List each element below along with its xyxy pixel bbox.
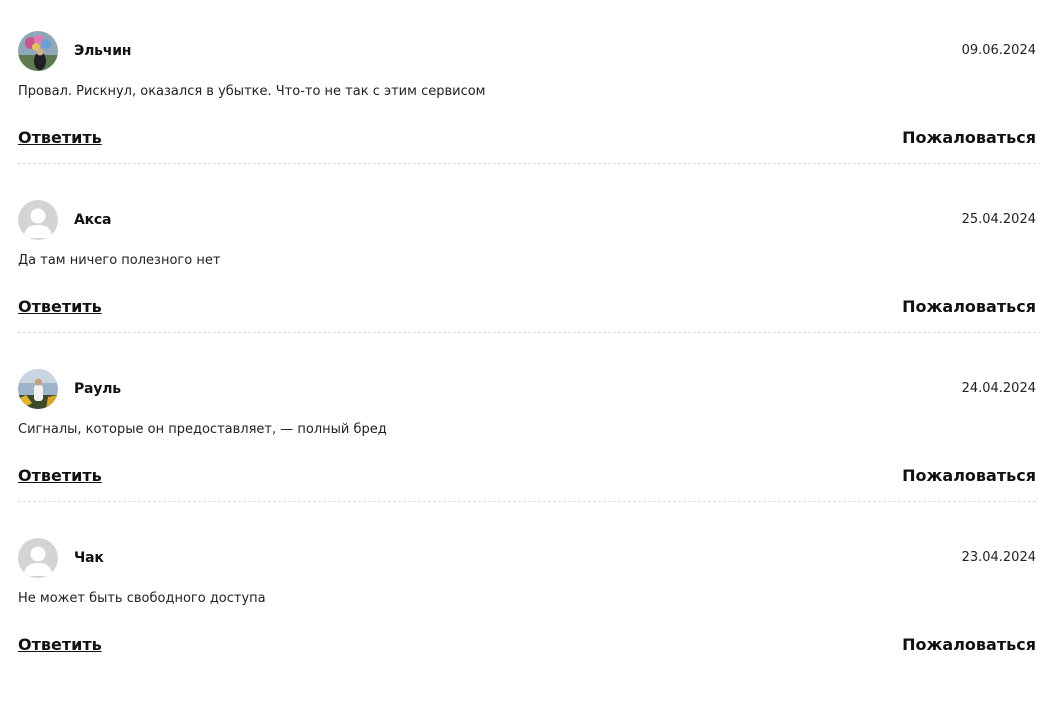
comment-date: 25.04.2024 bbox=[961, 212, 1036, 227]
reply-link[interactable]: Ответить bbox=[18, 466, 102, 485]
avatar bbox=[18, 31, 58, 71]
reply-link[interactable]: Ответить bbox=[18, 128, 102, 147]
comment-author: Акса bbox=[74, 212, 112, 228]
comment-text: Не может быть свободного доступа bbox=[18, 591, 266, 606]
comment-author: Эльчин bbox=[74, 43, 132, 59]
comment-text: Да там ничего полезного нет bbox=[18, 253, 221, 268]
reply-link[interactable]: Ответить bbox=[18, 635, 102, 654]
comment-divider bbox=[18, 163, 1036, 164]
comment-item: Эльчин 09.06.2024 Провал. Рискнул, оказа… bbox=[18, 31, 1036, 200]
avatar bbox=[18, 200, 58, 240]
report-link[interactable]: Пожаловаться bbox=[902, 297, 1036, 316]
comment-text: Провал. Рискнул, оказался в убытке. Что-… bbox=[18, 84, 486, 99]
default-user-icon bbox=[18, 538, 58, 578]
user-photo-icon bbox=[18, 31, 58, 71]
reply-link[interactable]: Ответить bbox=[18, 297, 102, 316]
comment-item: Рауль 24.04.2024 Сигналы, которые он пре… bbox=[18, 369, 1036, 538]
comment-text: Сигналы, которые он предоставляет, — пол… bbox=[18, 422, 387, 437]
comment-item: Акса 25.04.2024 Да там ничего полезного … bbox=[18, 200, 1036, 369]
comment-item: Чак 23.04.2024 Не может быть свободного … bbox=[18, 538, 1036, 707]
comment-author: Рауль bbox=[74, 381, 121, 397]
avatar bbox=[18, 538, 58, 578]
report-link[interactable]: Пожаловаться bbox=[902, 466, 1036, 485]
comment-date: 23.04.2024 bbox=[961, 550, 1036, 565]
default-user-icon bbox=[18, 200, 58, 240]
comment-date: 24.04.2024 bbox=[961, 381, 1036, 396]
user-photo-icon bbox=[18, 369, 58, 409]
report-link[interactable]: Пожаловаться bbox=[902, 128, 1036, 147]
report-link[interactable]: Пожаловаться bbox=[902, 635, 1036, 654]
comment-date: 09.06.2024 bbox=[961, 43, 1036, 58]
comment-author: Чак bbox=[74, 550, 104, 566]
comment-divider bbox=[18, 332, 1036, 333]
comment-divider bbox=[18, 501, 1036, 502]
avatar bbox=[18, 369, 58, 409]
